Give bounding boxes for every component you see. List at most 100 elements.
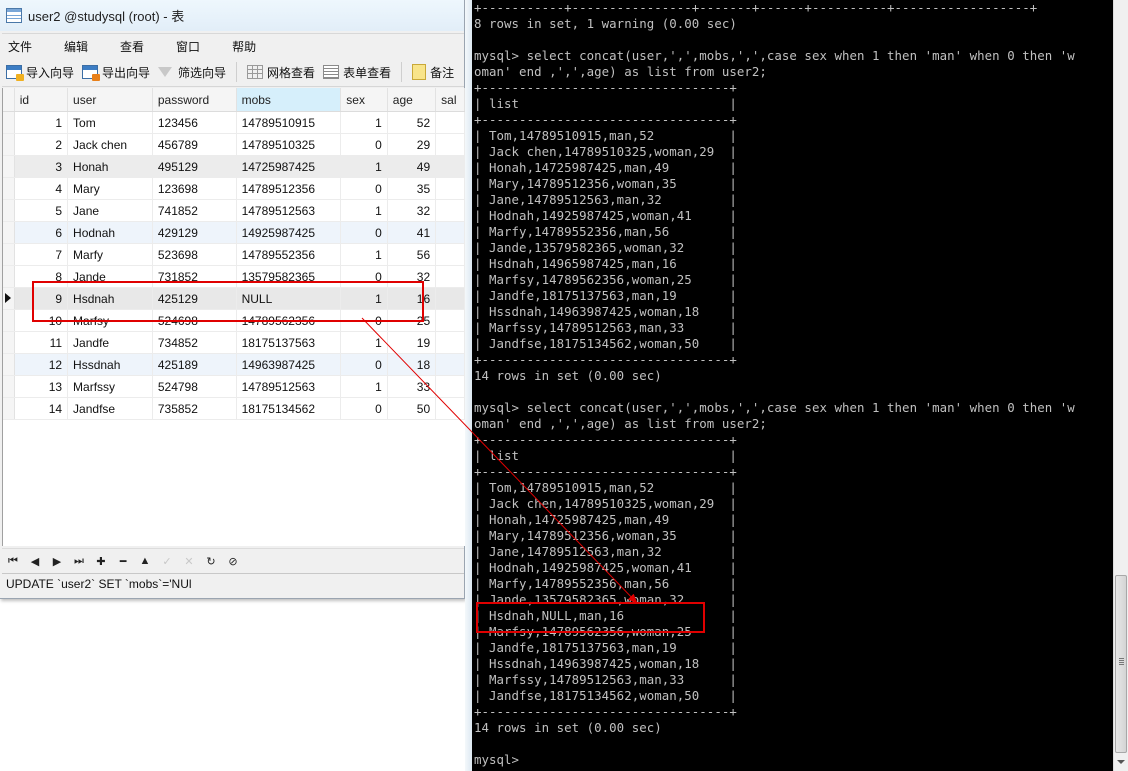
table-row[interactable]: 14 Jandfse 735852 18175134562 0 50 <box>3 397 465 420</box>
cell-age[interactable]: 33 <box>387 375 437 398</box>
cell-sex[interactable]: 0 <box>340 221 388 244</box>
cell-mobs[interactable]: 14789510325 <box>236 133 342 156</box>
cell-sal[interactable] <box>435 353 465 376</box>
cell-age[interactable]: 25 <box>387 309 437 332</box>
table-row[interactable]: 13 Marfssy 524798 14789512563 1 33 <box>3 375 465 398</box>
cell-sex[interactable]: 1 <box>340 243 388 266</box>
cell-age[interactable]: 41 <box>387 221 437 244</box>
table-row[interactable]: 1 Tom 123456 14789510915 1 52 <box>3 111 465 134</box>
cell-id[interactable]: 11 <box>14 331 69 354</box>
cell-age[interactable]: 32 <box>387 265 437 288</box>
apply-changes-button[interactable]: ✓ <box>156 555 178 568</box>
cell-user[interactable]: Hsdnah <box>67 287 153 310</box>
column-header-sex[interactable]: sex <box>340 88 388 112</box>
cell-age[interactable]: 49 <box>387 155 437 178</box>
mysql-console[interactable]: +-----------+----------------+-------+--… <box>472 0 1113 771</box>
cell-age[interactable]: 29 <box>387 133 437 156</box>
cell-sal[interactable] <box>435 155 465 178</box>
cell-id[interactable]: 9 <box>14 287 69 310</box>
table-row[interactable]: 4 Mary 123698 14789512356 0 35 <box>3 177 465 200</box>
cell-sex[interactable]: 1 <box>340 111 388 134</box>
last-record-button[interactable]: ⏭ <box>68 555 90 568</box>
cell-sex[interactable]: 1 <box>340 287 388 310</box>
menu-edit[interactable]: 编辑 <box>58 38 96 55</box>
delete-record-button[interactable]: ━ <box>112 555 134 568</box>
row-indicator[interactable] <box>3 331 15 354</box>
cell-sex[interactable]: 1 <box>340 199 388 222</box>
cell-mobs[interactable]: 14963987425 <box>236 353 342 376</box>
cell-password[interactable]: 495129 <box>152 155 237 178</box>
cell-age[interactable]: 35 <box>387 177 437 200</box>
row-indicator[interactable] <box>3 177 15 200</box>
cell-id[interactable]: 4 <box>14 177 69 200</box>
cell-user[interactable]: Hodnah <box>67 221 153 244</box>
cell-sal[interactable] <box>435 243 465 266</box>
cell-mobs[interactable]: NULL <box>236 287 342 310</box>
cell-sal[interactable] <box>435 111 465 134</box>
cell-user[interactable]: Jack chen <box>67 133 153 156</box>
row-indicator[interactable] <box>3 133 15 156</box>
table-row[interactable]: 9 Hsdnah 425129 NULL 1 16 <box>3 287 465 310</box>
cell-sal[interactable] <box>435 199 465 222</box>
refresh-button[interactable]: ↻ <box>200 555 222 568</box>
cell-password[interactable]: 456789 <box>152 133 237 156</box>
cell-sal[interactable] <box>435 265 465 288</box>
row-indicator[interactable] <box>3 353 15 376</box>
cell-password[interactable]: 429129 <box>152 221 237 244</box>
discard-changes-button[interactable]: ✕ <box>178 555 200 568</box>
row-indicator[interactable] <box>3 287 15 310</box>
cell-id[interactable]: 5 <box>14 199 69 222</box>
table-row[interactable]: 12 Hssdnah 425189 14963987425 0 18 <box>3 353 465 376</box>
cell-id[interactable]: 13 <box>14 375 69 398</box>
cell-user[interactable]: Tom <box>67 111 153 134</box>
table-row[interactable]: 7 Marfy 523698 14789552356 1 56 <box>3 243 465 266</box>
cell-id[interactable]: 8 <box>14 265 69 288</box>
cell-user[interactable]: Marfssy <box>67 375 153 398</box>
prev-record-button[interactable]: ◀ <box>24 555 46 568</box>
cell-sal[interactable] <box>435 177 465 200</box>
cell-password[interactable]: 523698 <box>152 243 237 266</box>
cell-sex[interactable]: 0 <box>340 265 388 288</box>
cell-sex[interactable]: 0 <box>340 177 388 200</box>
edit-record-button[interactable]: ▲ <box>134 555 156 567</box>
cell-password[interactable]: 524698 <box>152 309 237 332</box>
grid-view-button[interactable]: 网格查看 <box>247 64 315 81</box>
first-record-button[interactable]: ⏮ <box>2 555 24 568</box>
cell-mobs[interactable]: 13579582365 <box>236 265 342 288</box>
cell-mobs[interactable]: 14789552356 <box>236 243 342 266</box>
cell-id[interactable]: 14 <box>14 397 69 420</box>
cell-user[interactable]: Jande <box>67 265 153 288</box>
cell-mobs[interactable]: 14789510915 <box>236 111 342 134</box>
column-header-password[interactable]: password <box>152 88 237 112</box>
column-header-mobs[interactable]: mobs <box>236 88 342 112</box>
cell-sal[interactable] <box>435 375 465 398</box>
column-header-id[interactable]: id <box>14 88 69 112</box>
row-indicator[interactable] <box>3 265 15 288</box>
cell-mobs[interactable]: 18175134562 <box>236 397 342 420</box>
cell-user[interactable]: Hssdnah <box>67 353 153 376</box>
cell-age[interactable]: 32 <box>387 199 437 222</box>
cell-sex[interactable]: 1 <box>340 331 388 354</box>
cell-password[interactable]: 123456 <box>152 111 237 134</box>
row-indicator[interactable] <box>3 199 15 222</box>
cell-user[interactable]: Marfsy <box>67 309 153 332</box>
cell-user[interactable]: Jandfe <box>67 331 153 354</box>
cell-password[interactable]: 123698 <box>152 177 237 200</box>
cell-age[interactable]: 52 <box>387 111 437 134</box>
cell-age[interactable]: 16 <box>387 287 437 310</box>
memo-button[interactable]: 备注 <box>412 64 454 81</box>
row-indicator[interactable] <box>3 111 15 134</box>
table-row[interactable]: 8 Jande 731852 13579582365 0 32 <box>3 265 465 288</box>
cell-mobs[interactable]: 18175137563 <box>236 331 342 354</box>
cell-mobs[interactable]: 14789512563 <box>236 199 342 222</box>
table-row[interactable]: 6 Hodnah 429129 14925987425 0 41 <box>3 221 465 244</box>
cell-sex[interactable]: 1 <box>340 155 388 178</box>
cell-sal[interactable] <box>435 309 465 332</box>
row-indicator[interactable] <box>3 155 15 178</box>
scroll-down-icon[interactable] <box>1117 760 1125 764</box>
cell-age[interactable]: 56 <box>387 243 437 266</box>
cell-sex[interactable]: 1 <box>340 375 388 398</box>
cell-id[interactable]: 7 <box>14 243 69 266</box>
data-grid[interactable]: id user password mobs sex age sal 1 Tom 123456 14… <box>2 88 465 546</box>
row-indicator[interactable] <box>3 221 15 244</box>
